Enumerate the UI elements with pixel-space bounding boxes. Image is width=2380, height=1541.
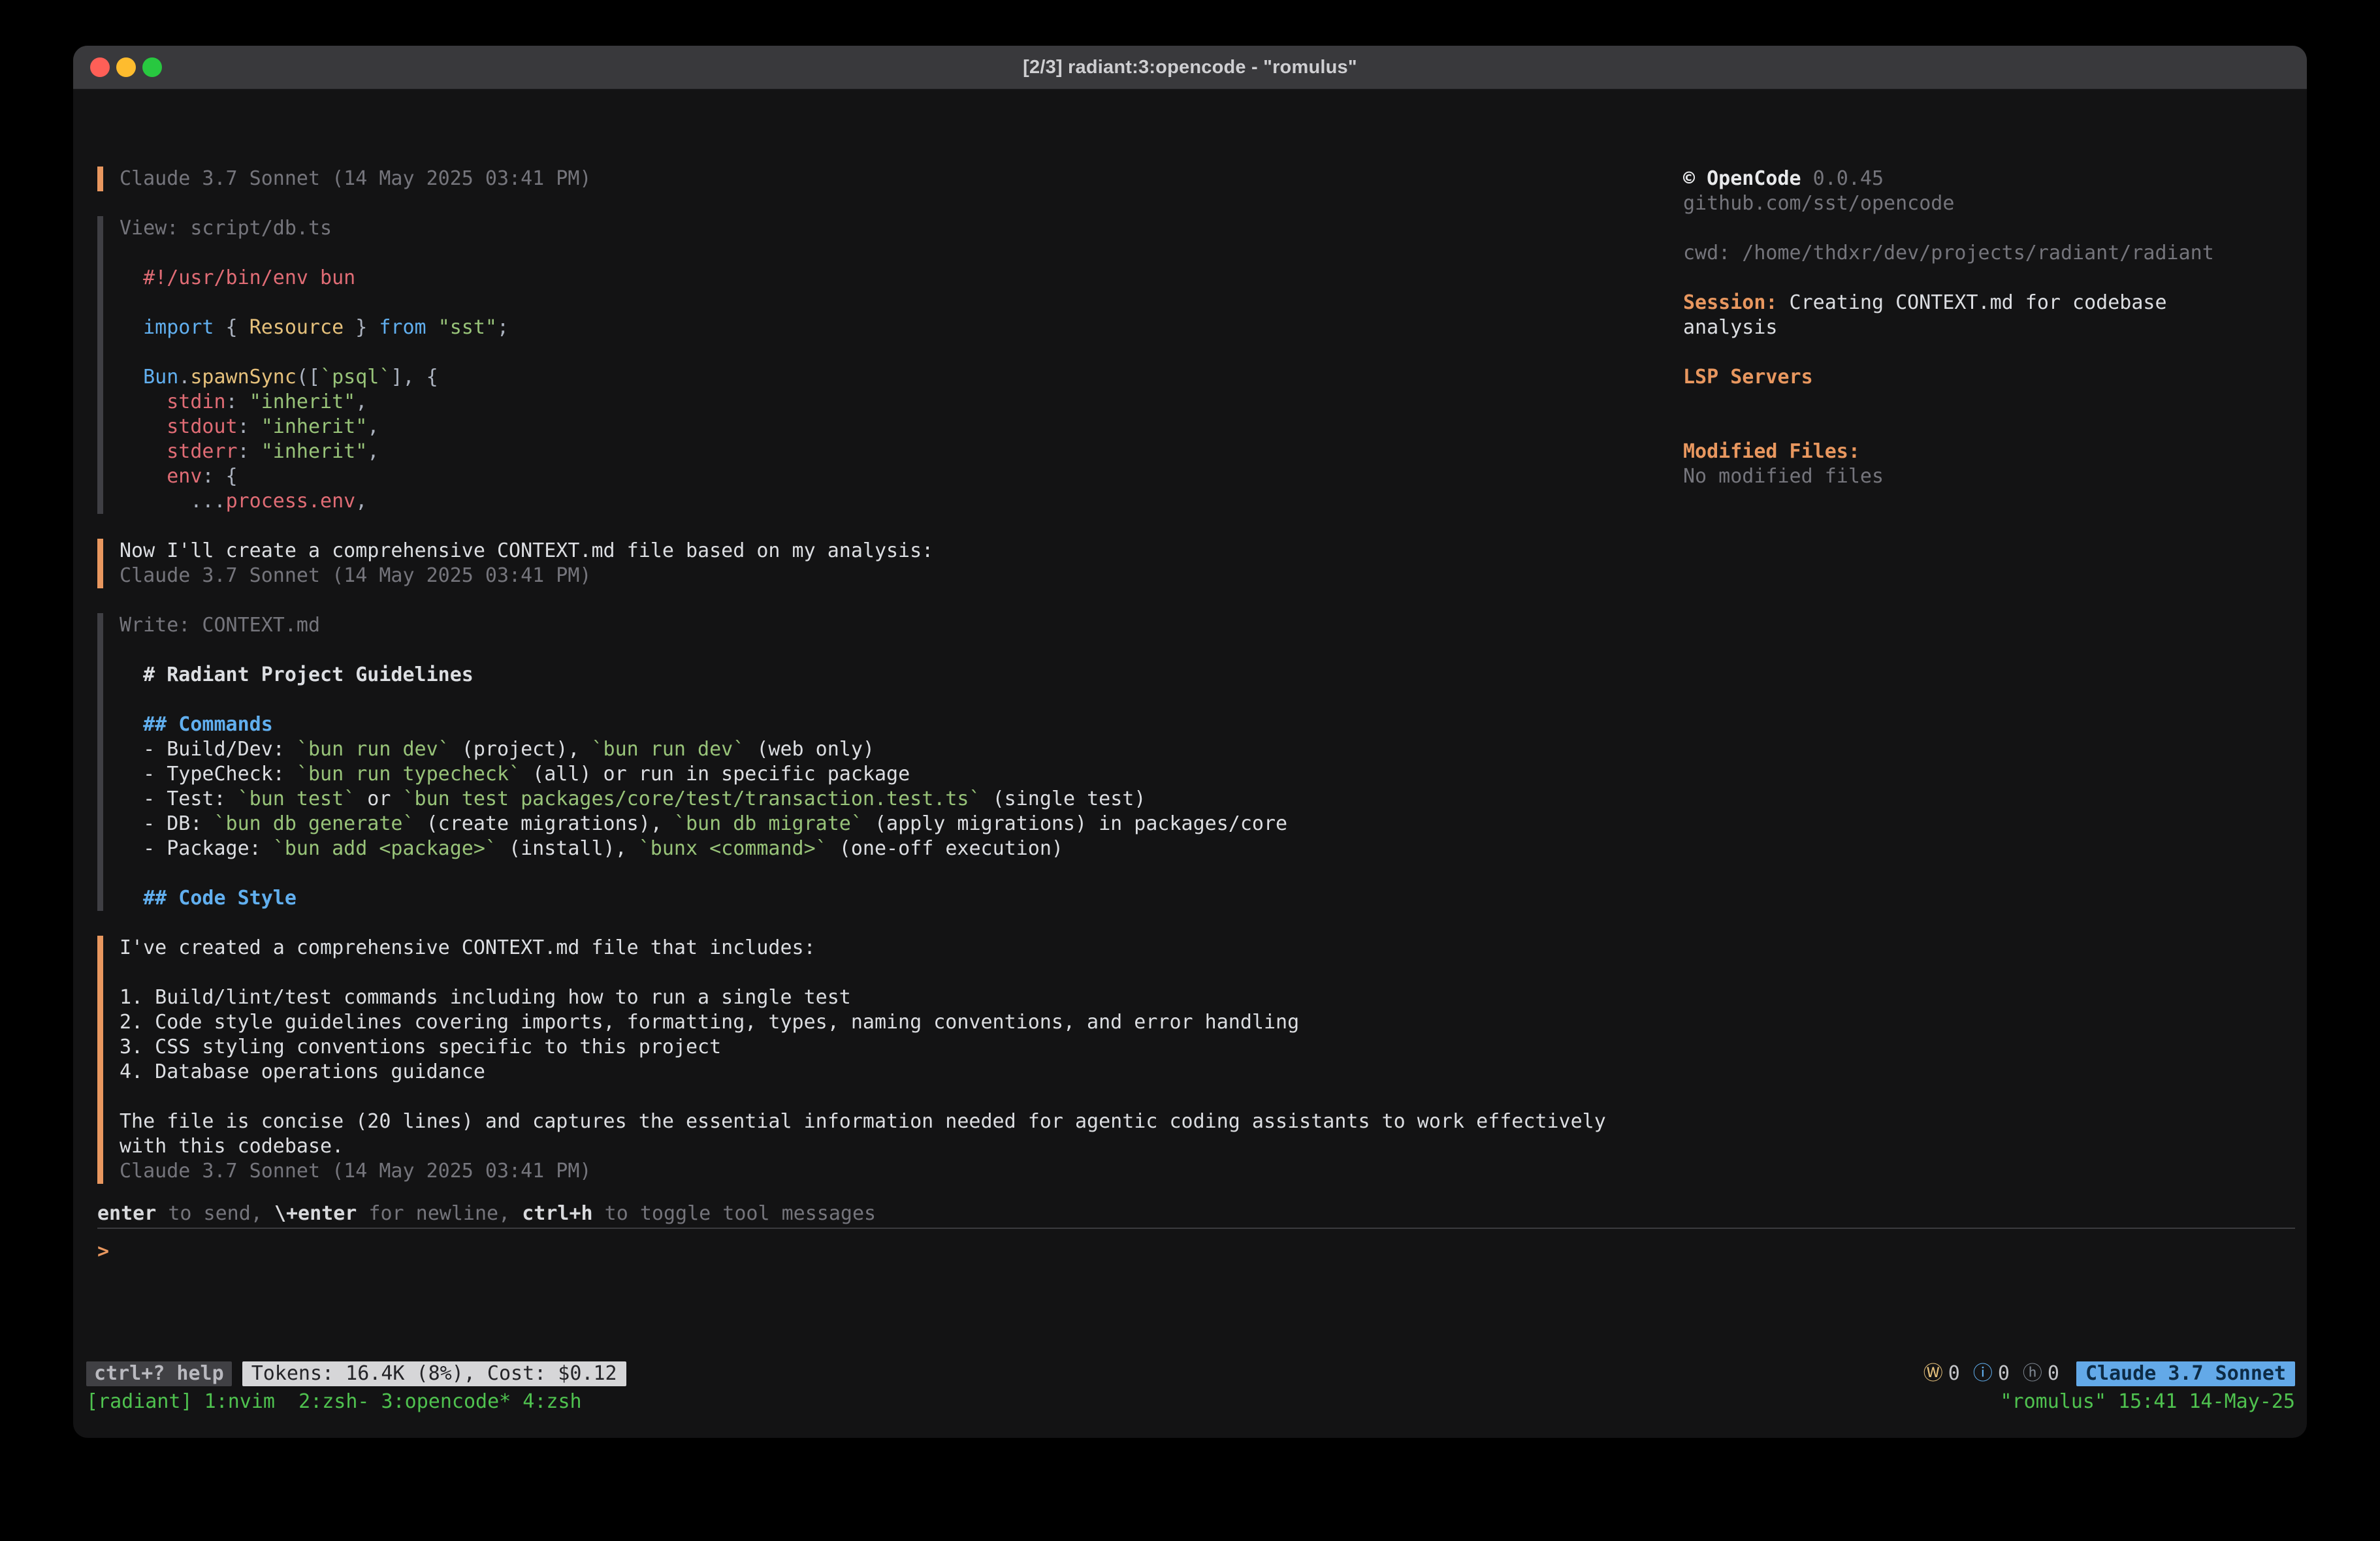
text-line: # Radiant Project Guidelines <box>120 663 1615 688</box>
text-line: - DB: `bun db generate` (create migratio… <box>120 812 1615 836</box>
traffic-lights <box>90 57 162 77</box>
status-left: ctrl+? help Tokens: 16.4K (8%), Cost: $0… <box>86 1361 626 1386</box>
brand-name: OpenCode <box>1707 167 1801 190</box>
tmux-status-bar: [radiant] 1:nvim 2:zsh- 3:opencode* 4:zs… <box>86 1390 2295 1414</box>
text-line: #!/usr/bin/env bun <box>120 266 1615 291</box>
help-text: to send, <box>156 1202 274 1225</box>
text-line: I've created a comprehensive CONTEXT.md … <box>120 936 1615 961</box>
sidebar-spacer <box>1683 390 2225 439</box>
tokens-badge: Tokens: 16.4K (8%), Cost: $0.12 <box>242 1361 626 1386</box>
text-line: 2. Code style guidelines covering import… <box>120 1010 1615 1035</box>
minimize-button[interactable] <box>116 57 136 77</box>
text-line: - Test: `bun test` or `bun test packages… <box>120 787 1615 812</box>
terminal-window: [2/3] radiant:3:opencode - "romulus" Cla… <box>73 46 2307 1438</box>
text-line: import { Resource } from "sst"; <box>120 315 1615 340</box>
status-right: Ⓦ0 ⓘ0 ⓗ0 Claude 3.7 Sonnet <box>1910 1361 2295 1386</box>
text-line: 3. CSS styling conventions specific to t… <box>120 1035 1615 1060</box>
brand-line: © OpenCode 0.0.45 <box>1683 167 2225 191</box>
text-line: The file is concise (20 lines) and captu… <box>120 1109 1615 1159</box>
message-meta-block: Claude 3.7 Sonnet (14 May 2025 03:41 PM) <box>97 167 1615 191</box>
diagnostic-warning: Ⓦ0 <box>1923 1361 1960 1386</box>
sidebar-spacer <box>1683 266 2225 291</box>
text-line <box>120 961 1615 985</box>
tool-view-block: View: script/db.ts #!/usr/bin/env bun im… <box>97 216 1615 514</box>
text-line: env: { <box>120 464 1615 489</box>
zoom-button[interactable] <box>142 57 162 77</box>
text-line: ...process.env, <box>120 489 1615 514</box>
text-line: ## Commands <box>120 712 1615 737</box>
text-line <box>120 241 1615 266</box>
text-line <box>120 688 1615 712</box>
text-line: stdin: "inherit", <box>120 390 1615 415</box>
text-line: Claude 3.7 Sonnet (14 May 2025 03:41 PM) <box>120 564 1615 588</box>
help-badge: ctrl+? help <box>86 1361 232 1386</box>
divider-line <box>97 1228 2295 1229</box>
text-line <box>120 1085 1615 1109</box>
app-version: 0.0.45 <box>1801 167 1884 190</box>
text-line <box>120 638 1615 663</box>
info-count: 0 <box>1998 1362 2010 1385</box>
key-enter: enter <box>97 1202 156 1225</box>
text-line: stderr: "inherit", <box>120 439 1615 464</box>
copyright-icon: © <box>1683 167 1707 190</box>
repo-link: github.com/sst/opencode <box>1683 191 2225 216</box>
text-line: Write: CONTEXT.md <box>120 613 1615 638</box>
warning-icon: Ⓦ <box>1923 1362 1943 1385</box>
sidebar-spacer <box>1683 216 2225 241</box>
hint-count: 0 <box>2048 1362 2059 1385</box>
window-title: [2/3] radiant:3:opencode - "romulus" <box>1023 57 1357 78</box>
diagnostic-info: ⓘ0 <box>1973 1361 2010 1386</box>
model-badge: Claude 3.7 Sonnet <box>2076 1361 2295 1386</box>
hint-icon: ⓗ <box>2023 1362 2042 1385</box>
text-line: Now I'll create a comprehensive CONTEXT.… <box>120 539 1615 564</box>
text-line: View: script/db.ts <box>120 216 1615 241</box>
text-line <box>120 291 1615 315</box>
key-backslash-enter: \+enter <box>274 1202 357 1225</box>
close-button[interactable] <box>90 57 110 77</box>
text-line: 4. Database operations guidance <box>120 1060 1615 1085</box>
text-line: ## Code Style <box>120 886 1615 911</box>
modified-files-empty: No modified files <box>1683 464 2225 489</box>
prompt-icon: > <box>97 1240 109 1263</box>
window-bottom-padding <box>73 1414 2307 1438</box>
session-label: Session: <box>1683 291 1778 314</box>
text-line: - Package: `bun add <package>` (install)… <box>120 836 1615 861</box>
terminal-content: Claude 3.7 Sonnet (14 May 2025 03:41 PM)… <box>73 89 2307 1361</box>
sidebar: © OpenCode 0.0.45 github.com/sst/opencod… <box>1683 167 2225 489</box>
tool-write-block: Write: CONTEXT.md # Radiant Project Guid… <box>97 613 1615 911</box>
titlebar: [2/3] radiant:3:opencode - "romulus" <box>73 46 2307 89</box>
help-text: to toggle tool messages <box>593 1202 876 1225</box>
sidebar-spacer <box>1683 340 2225 365</box>
text-line: Bun.spawnSync([`psql`], { <box>120 365 1615 390</box>
diagnostic-hint: ⓗ0 <box>2023 1361 2059 1386</box>
desktop-background: [2/3] radiant:3:opencode - "romulus" Cla… <box>0 0 2380 1541</box>
chat-area: Claude 3.7 Sonnet (14 May 2025 03:41 PM)… <box>97 167 1615 1209</box>
lsp-servers-label: LSP Servers <box>1683 365 2225 390</box>
modified-files-label: Modified Files: <box>1683 439 2225 464</box>
info-icon: ⓘ <box>1973 1362 1993 1385</box>
help-text: for newline, <box>357 1202 522 1225</box>
text-line: 1. Build/lint/test commands including ho… <box>120 985 1615 1010</box>
tmux-host-time: "romulus" 15:41 14-May-25 <box>2000 1390 2295 1414</box>
cwd-line: cwd: /home/thdxr/dev/projects/radiant/ra… <box>1683 241 2225 266</box>
warning-count: 0 <box>1948 1362 1960 1385</box>
text-line: Claude 3.7 Sonnet (14 May 2025 03:41 PM) <box>120 167 1615 191</box>
text-line: Claude 3.7 Sonnet (14 May 2025 03:41 PM) <box>120 1159 1615 1184</box>
tmux-session-windows[interactable]: [radiant] 1:nvim 2:zsh- 3:opencode* 4:zs… <box>86 1390 582 1414</box>
key-ctrl-h: ctrl+h <box>522 1202 592 1225</box>
text-line: stdout: "inherit", <box>120 415 1615 439</box>
session-line: Session: Creating CONTEXT.md for codebas… <box>1683 291 2225 340</box>
input-panel: enter to send, \+enter for newline, ctrl… <box>97 1201 2295 1264</box>
text-line <box>120 861 1615 886</box>
prompt-input[interactable]: > <box>97 1239 2295 1264</box>
status-bar: ctrl+? help Tokens: 16.4K (8%), Cost: $0… <box>86 1361 2295 1386</box>
message-summary-block: I've created a comprehensive CONTEXT.md … <box>97 936 1615 1184</box>
keybind-help: enter to send, \+enter for newline, ctrl… <box>97 1201 2295 1226</box>
text-line: - Build/Dev: `bun run dev` (project), `b… <box>120 737 1615 762</box>
text-line <box>120 340 1615 365</box>
text-line: - TypeCheck: `bun run typecheck` (all) o… <box>120 762 1615 787</box>
message-block: Now I'll create a comprehensive CONTEXT.… <box>97 539 1615 588</box>
